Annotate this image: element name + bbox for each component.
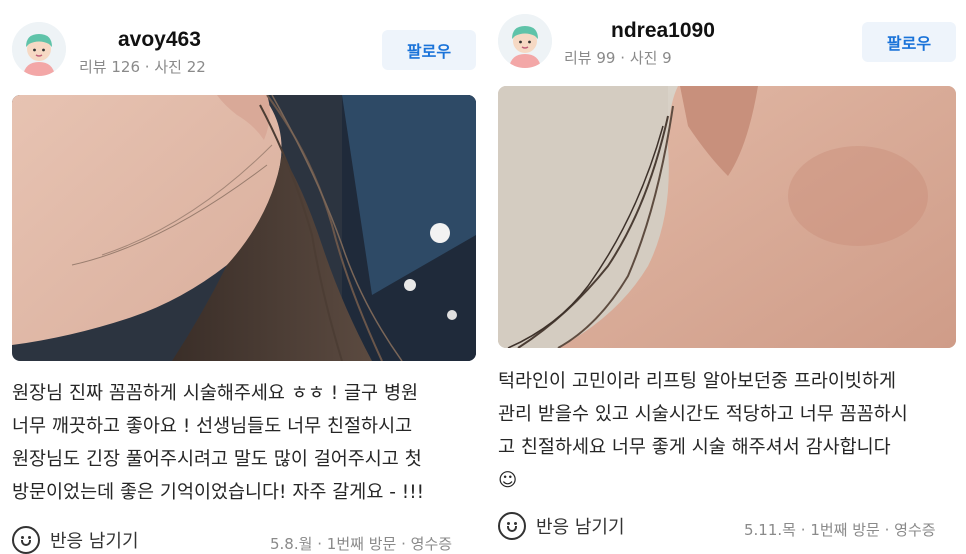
review-count: 리뷰 99: [564, 49, 616, 67]
smile-icon: [12, 526, 40, 554]
photo-count: 사진 22: [154, 58, 206, 76]
separator: ·: [800, 521, 806, 539]
visit-count: 1번째 방문: [326, 535, 397, 553]
visit-count: 1번째 방문: [810, 521, 880, 539]
receipt-badge: 영수증: [894, 521, 936, 539]
receipt-badge: 영수증: [410, 535, 453, 553]
avatar-icon[interactable]: [12, 22, 66, 76]
reviewer-stats: 리뷰 126 · 사진 22: [79, 56, 206, 77]
reviewer-stats: 리뷰 99 · 사진 9: [564, 47, 672, 68]
visit-date: 5.11.목: [744, 521, 796, 539]
review-text: 원장님 진짜 꼼꼼하게 시술해주세요 ㅎㅎ ! 글구 병원 너무 깨끗하고 좋아…: [12, 383, 425, 503]
review-card: avoy463 리뷰 126 · 사진 22 팔로우 원장님 진짜 꼼꼼하게 시…: [0, 0, 484, 554]
smile-icon: [498, 512, 526, 540]
review-count: 리뷰 126: [79, 58, 140, 76]
review-card: ndrea1090 리뷰 99 · 사진 9 팔로우 턱라인이 고민이라 리프팅…: [484, 0, 966, 554]
visit-info: 5.11.목 · 1번째 방문 · 영수증: [744, 519, 936, 540]
username[interactable]: ndrea1090: [611, 19, 715, 43]
photo-count: 사진 9: [629, 49, 672, 67]
react-label: 반응 남기기: [50, 531, 139, 552]
review-text: 턱라인이 고민이라 리프팅 알아보던중 프라이빗하게 관리 받을수 있고 시술시…: [498, 371, 908, 491]
review-photo[interactable]: [12, 95, 476, 361]
separator: ·: [401, 535, 406, 553]
follow-button[interactable]: 팔로우: [862, 22, 956, 62]
review-footer: 반응 남기기 5.8.월 · 1번째 방문 · 영수증: [0, 522, 484, 554]
review-header: ndrea1090 리뷰 99 · 사진 9 팔로우: [484, 0, 966, 86]
visit-date: 5.8.월: [270, 535, 313, 553]
username[interactable]: avoy463: [118, 28, 201, 52]
separator: ·: [144, 58, 150, 76]
visit-info: 5.8.월 · 1번째 방문 · 영수증: [270, 533, 452, 554]
react-button[interactable]: 반응 남기기: [12, 526, 139, 554]
follow-button[interactable]: 팔로우: [382, 30, 476, 70]
react-label: 반응 남기기: [536, 517, 625, 538]
review-header: avoy463 리뷰 126 · 사진 22 팔로우: [0, 0, 484, 86]
separator: ·: [884, 521, 890, 539]
separator: ·: [317, 535, 322, 553]
avatar-icon[interactable]: [498, 14, 552, 68]
review-photo[interactable]: [498, 86, 956, 348]
review-footer: 반응 남기기 5.11.목 · 1번째 방문 · 영수증: [484, 508, 966, 548]
react-button[interactable]: 반응 남기기: [498, 512, 625, 540]
separator: ·: [620, 49, 626, 67]
